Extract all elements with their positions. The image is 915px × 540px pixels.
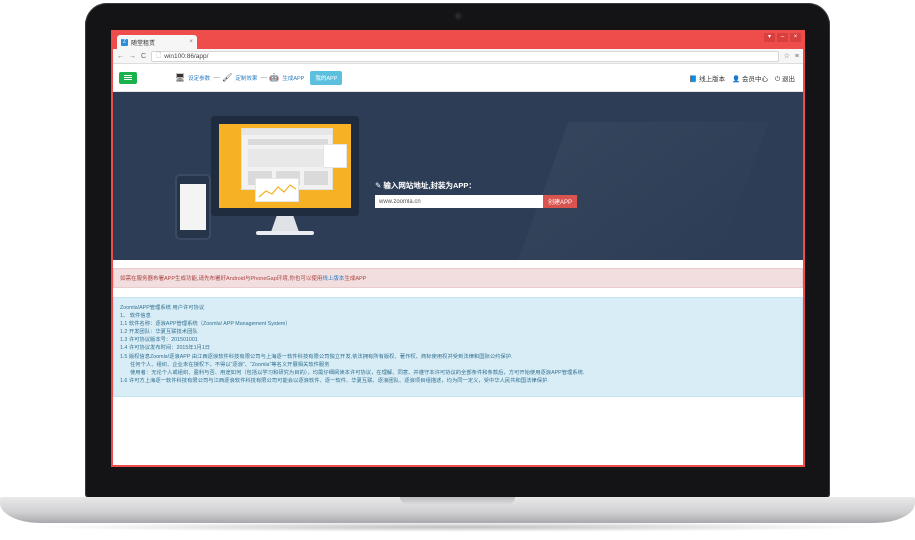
- line-chart-icon: [258, 184, 297, 198]
- monitor-stand-base: [256, 231, 314, 235]
- address-bar[interactable]: 🗋 win100:86/app/: [151, 50, 779, 62]
- window-bar: [242, 129, 332, 135]
- phone-screen: [180, 184, 206, 230]
- create-app-form: ✎ 输入网站地址,封装为APP： 创建APP: [375, 180, 578, 208]
- step-separator: ------: [260, 74, 267, 81]
- online-version-inline-link[interactable]: 线上版本: [322, 274, 344, 282]
- browser-toolbar: ← → C 🗋 win100:86/app/ ☆ ≡: [113, 49, 803, 64]
- browser-tabbar: Z 随堂租赁 × ▾ – ×: [113, 32, 803, 49]
- create-app-button[interactable]: 创建APP: [543, 195, 578, 208]
- window-user-button[interactable]: ▾: [764, 33, 775, 42]
- link-label: 会员中心: [742, 76, 769, 83]
- license-line: 使用者：无论个人或组织、盈利与否、用途如何（包括以学习和研究为目的），均需仔细阅…: [130, 369, 585, 376]
- license-line: 1.5 版权信息Zoomla!逐浪APP 由江西逐浪软件科技有限公司与上海逐一软…: [120, 353, 513, 360]
- user-icon: 👤: [732, 76, 741, 83]
- bookmark-star-icon[interactable]: ☆: [784, 52, 790, 60]
- window-block: [304, 171, 328, 185]
- chart-card-illustration: [255, 178, 299, 202]
- app-header: 🖥 设定参数 ------ 🖌 定制效果 ------ 🤖 生成APP 我的AP…: [113, 64, 803, 92]
- license-agreement: Zoomla!APP管理系统 用户许可协议 1、 软件信息 1.1 软件名称：逐…: [113, 297, 803, 397]
- link-label: 退出: [782, 76, 795, 83]
- deploy-notice-alert: 如需在服务器布署APP生成功能,请先布署好Android与PhoneGap环境,…: [113, 268, 803, 288]
- license-line: 1.1 软件名称：逐浪APP管理系统（Zoomla! APP Managemen…: [120, 321, 291, 328]
- screen: Z 随堂租赁 × ▾ – × ← → C 🗋 win100:86/app/ ☆ …: [111, 30, 805, 467]
- laptop-shadow: [30, 522, 885, 532]
- notice-text-before: 如需在服务器布署APP生成功能,请先布署好Android与PhoneGap环境,…: [120, 276, 323, 282]
- member-center-link[interactable]: 👤 会员中心: [732, 73, 768, 84]
- monitor-icon: 🖥: [175, 73, 186, 82]
- back-arrow-icon[interactable]: ←: [117, 53, 124, 60]
- step-generate[interactable]: 🤖 生成APP: [269, 73, 304, 82]
- book-icon: 📘: [689, 76, 698, 83]
- license-line: 任何个人、组织、企业未在授权下，不得以“逐浪”、“Zoomla”等名义开展相关软…: [130, 361, 330, 368]
- forward-arrow-icon[interactable]: →: [129, 53, 136, 60]
- monitor-illustration: [211, 116, 359, 216]
- notice-text-after: 生成APP: [344, 276, 367, 282]
- reload-icon[interactable]: C: [141, 53, 146, 60]
- hamburger-menu-button[interactable]: [119, 71, 137, 84]
- brush-icon: 🖌: [222, 73, 233, 82]
- online-version-link[interactable]: 📘 线上版本: [689, 73, 725, 84]
- url-text: win100:86/app/: [164, 52, 209, 60]
- window-close-button[interactable]: ×: [790, 33, 801, 42]
- menu-bar-icon: [124, 77, 132, 78]
- license-line: 1.4 许可协议发布时间：2015年1月1日: [120, 345, 211, 352]
- phone-illustration: [175, 174, 211, 240]
- link-label: 线上版本: [699, 76, 726, 83]
- hero-banner: ✎ 输入网站地址,封装为APP： 创建APP: [113, 92, 803, 260]
- logout-link[interactable]: ⏻ 退出: [775, 73, 795, 84]
- my-app-button[interactable]: 我的APP: [310, 70, 343, 85]
- step-label: 定制效果: [235, 75, 258, 82]
- url-prompt-label: ✎ 输入网站地址,封装为APP：: [375, 181, 476, 190]
- window-controls: ▾ – ×: [764, 33, 801, 42]
- tab-close-icon[interactable]: ×: [189, 39, 193, 45]
- step-set-params[interactable]: 🖥 设定参数: [175, 73, 210, 82]
- license-line: 1.6 许可方上海逐一软件科技有限公司与江西逐浪软件科技有限公司可能会以逐浪软件…: [120, 377, 549, 384]
- create-app-row: 创建APP: [375, 195, 578, 208]
- window-block: [248, 149, 328, 167]
- site-url-input[interactable]: [375, 195, 543, 208]
- card-illustration: [323, 144, 347, 168]
- step-label: 生成APP: [282, 75, 305, 82]
- step-separator: ------: [213, 74, 220, 81]
- monitor-stand: [271, 216, 299, 232]
- laptop-notch: [400, 497, 515, 504]
- license-line: 1.3 许可协议版本号：201501001: [120, 337, 198, 344]
- android-icon: 🤖: [269, 73, 280, 82]
- license-line: 1、 软件信息: [120, 313, 151, 320]
- browser-menu-icon[interactable]: ≡: [795, 53, 799, 60]
- tab-title: 随堂租赁: [131, 40, 156, 47]
- window-block: [248, 139, 328, 145]
- license-line: Zoomla!APP管理系统 用户许可协议: [120, 305, 205, 311]
- webcam: [454, 12, 462, 20]
- page-icon: 🗋: [156, 51, 162, 59]
- step-label: 设定参数: [188, 75, 211, 82]
- power-icon: ⏻: [775, 76, 781, 83]
- browser-tab[interactable]: Z 随堂租赁 ×: [117, 35, 197, 49]
- license-line: 1.2 开发团队：华夏互联技术团队: [120, 329, 198, 336]
- menu-bar-icon: [124, 75, 132, 76]
- step-nav: 🖥 设定参数 ------ 🖌 定制效果 ------ 🤖 生成APP 我的AP…: [175, 70, 343, 85]
- favicon-icon: Z: [121, 38, 128, 46]
- laptop-frame: Z 随堂租赁 × ▾ – × ← → C 🗋 win100:86/app/ ☆ …: [0, 0, 915, 540]
- window-minimize-button[interactable]: –: [777, 33, 788, 42]
- menu-bar-icon: [124, 79, 132, 80]
- user-links: 📘 线上版本 👤 会员中心 ⏻ 退出: [689, 73, 795, 84]
- step-customize[interactable]: 🖌 定制效果: [222, 73, 257, 82]
